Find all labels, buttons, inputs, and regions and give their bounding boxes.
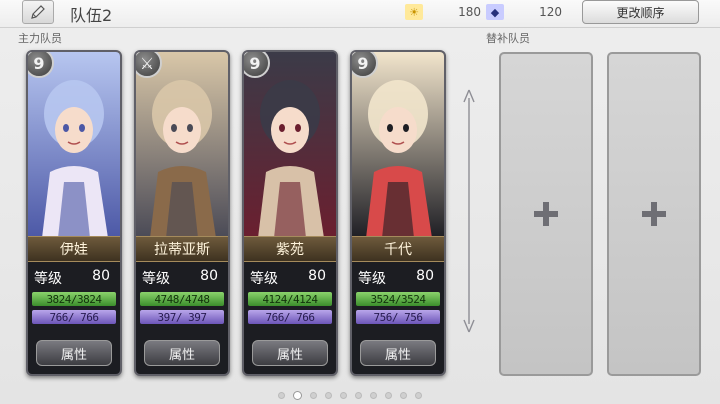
level-label: 等级 (34, 271, 62, 287)
level-row: 等级 80 (136, 266, 228, 288)
level-label: 等级 (250, 271, 278, 287)
page-dot[interactable] (370, 391, 377, 399)
plus-icon (642, 202, 666, 226)
page-dot[interactable] (325, 391, 332, 399)
page-dot[interactable] (385, 391, 392, 399)
level-row: 等级 80 (28, 266, 120, 288)
level-value: 80 (308, 268, 326, 284)
level-row: 等级 80 (244, 266, 336, 288)
page-dot[interactable] (355, 391, 362, 399)
level-label: 等级 (142, 271, 170, 287)
page-dot[interactable] (340, 391, 347, 399)
character-name: 千代 (352, 236, 444, 262)
edit-name-button[interactable] (22, 0, 54, 24)
character-name: 伊娃 (28, 236, 120, 262)
page-dot[interactable] (415, 391, 422, 399)
divider-arrows (463, 89, 475, 333)
gold-gem-icon: ☀ (405, 4, 423, 20)
top-bar: 队伍2 ☀ 180 ◆ 120 更改顺序 (0, 0, 720, 28)
attributes-button[interactable]: 属性 (252, 340, 328, 366)
page-dot-active[interactable] (293, 390, 302, 400)
empty-slot-1[interactable] (499, 52, 593, 376)
plus-icon (534, 202, 558, 226)
hp-bar: 3524/3524 (356, 292, 440, 306)
gold-resource: ☀ 180 (405, 4, 481, 20)
level-value: 80 (92, 268, 110, 284)
blue-resource: ◆ 120 (486, 4, 562, 20)
level-row: 等级 80 (352, 266, 444, 288)
level-label: 等级 (358, 271, 386, 287)
attributes-button[interactable]: 属性 (360, 340, 436, 366)
hp-bar: 4124/4124 (248, 292, 332, 306)
page-dot[interactable] (278, 391, 285, 399)
level-value: 80 (200, 268, 218, 284)
blue-value: 120 (539, 5, 562, 19)
mp-bar: 756/ 756 (356, 310, 440, 324)
page-indicator (278, 390, 422, 400)
character-card[interactable]: 9 千代 等级 80 3524/3524 756/ 756 属性 (350, 50, 446, 376)
character-portrait (244, 52, 336, 238)
hp-bar: 4748/4748 (140, 292, 224, 306)
blue-gem-icon: ◆ (486, 4, 504, 20)
substitute-members-label: 替补队员 (486, 32, 530, 45)
page-dot[interactable] (310, 391, 317, 399)
character-portrait (352, 52, 444, 238)
page-dot[interactable] (400, 391, 407, 399)
character-portrait (28, 52, 120, 238)
mp-bar: 397/ 397 (140, 310, 224, 324)
empty-slot-2[interactable] (607, 52, 701, 376)
level-value: 80 (416, 268, 434, 284)
main-members-label: 主力队员 (18, 32, 62, 45)
gold-value: 180 (458, 5, 481, 19)
mp-bar: 766/ 766 (248, 310, 332, 324)
attributes-button[interactable]: 属性 (36, 340, 112, 366)
character-portrait (136, 52, 228, 238)
character-card[interactable]: ⚔ 拉蒂亚斯 等级 80 4748/4748 397/ 397 属性 (134, 50, 230, 376)
character-name: 紫苑 (244, 236, 336, 262)
attributes-button[interactable]: 属性 (144, 340, 220, 366)
hp-bar: 3824/3824 (32, 292, 116, 306)
change-order-button[interactable]: 更改顺序 (582, 0, 699, 24)
mp-bar: 766/ 766 (32, 310, 116, 324)
character-name: 拉蒂亚斯 (136, 236, 228, 262)
character-card[interactable]: 9 伊娃 等级 80 3824/3824 766/ 766 属性 (26, 50, 122, 376)
pencil-icon (31, 5, 45, 19)
team-name: 队伍2 (70, 6, 113, 25)
character-card[interactable]: 9 紫苑 等级 80 4124/4124 766/ 766 属性 (242, 50, 338, 376)
